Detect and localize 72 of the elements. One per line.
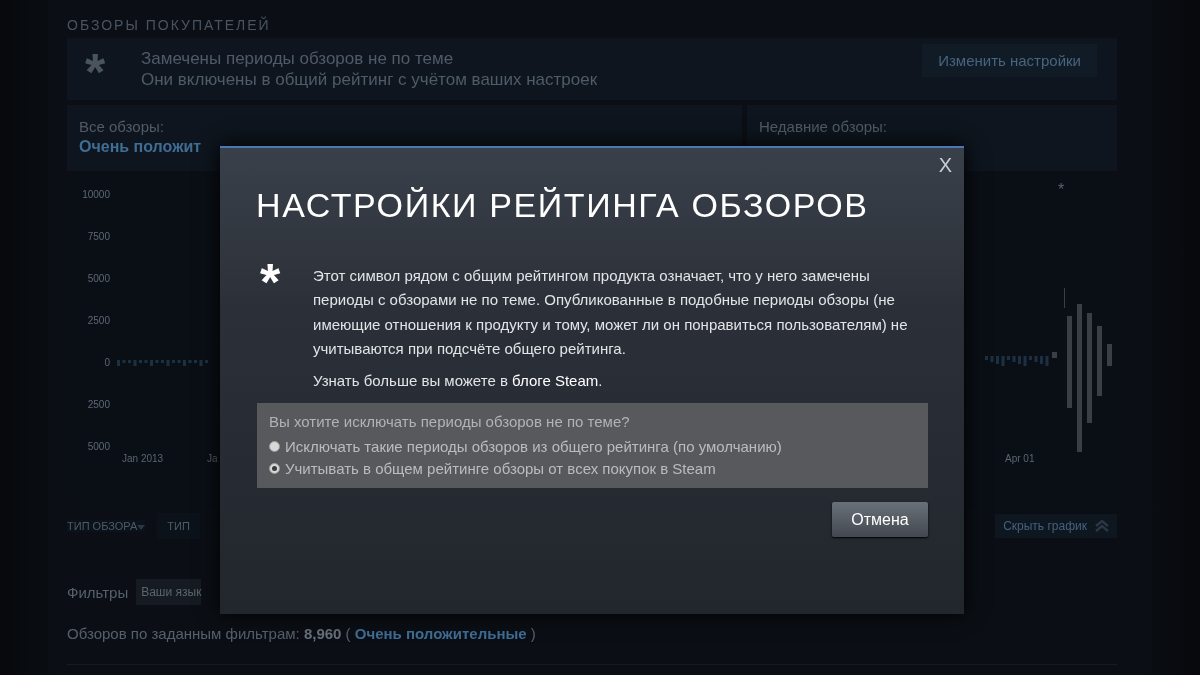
section-title: ОБЗОРЫ ПОКУПАТЕЛЕЙ xyxy=(67,15,272,35)
histogram-bar xyxy=(199,360,203,366)
histogram-bar xyxy=(150,360,153,366)
histogram-bar xyxy=(1097,326,1102,396)
histogram-bar xyxy=(985,356,988,360)
histogram-bar xyxy=(188,360,192,363)
asterisk-marker: * xyxy=(1058,181,1065,199)
histogram-bar xyxy=(1012,356,1016,362)
histogram-bar xyxy=(161,360,164,363)
histogram-bar xyxy=(177,360,181,363)
histogram-bar xyxy=(990,356,994,362)
summary-label: Недавние обзоры: xyxy=(759,118,888,135)
close-button[interactable]: X xyxy=(934,152,956,179)
histogram-bar xyxy=(194,360,197,363)
histogram-bar xyxy=(117,360,120,366)
histogram-bar xyxy=(1034,356,1038,362)
axis-label: 5000 xyxy=(86,273,110,284)
notice-text: Замечены периоды обзоров не по теме xyxy=(141,48,455,69)
histogram-bar xyxy=(1045,356,1049,366)
filter-dropdown[interactable]: ТИП xyxy=(157,513,200,539)
histogram-bar xyxy=(128,360,131,363)
histogram-bar xyxy=(133,360,137,366)
asterisk-icon: * xyxy=(260,264,313,294)
learn-more-text: Узнать больше вы можете в блоге Steam. xyxy=(313,371,604,392)
review-type-dropdown[interactable]: ТИП ОБЗОРА xyxy=(67,520,146,532)
axis-label: 0 xyxy=(103,357,110,368)
marker-line xyxy=(1064,288,1065,308)
histogram-bar xyxy=(1107,344,1112,366)
filters-label: Фильтры xyxy=(67,583,129,601)
histogram-bar xyxy=(1052,352,1057,358)
cancel-button[interactable]: Отмена xyxy=(832,502,928,538)
summary-rating: Очень положит xyxy=(79,138,203,156)
axis-label: Jan 2013 xyxy=(122,453,164,464)
rating-link[interactable]: Очень положительные xyxy=(354,625,527,642)
dialog-title: НАСТРОЙКИ РЕЙТИНГА ОБЗОРОВ xyxy=(256,186,869,224)
histogram-bar xyxy=(155,360,159,363)
axis-label: Ja xyxy=(207,453,218,464)
notice-text: Они включены в общий рейтинг с учётом ваших настроек xyxy=(141,69,599,90)
question-text: Вы хотите исключать периоды обзоров не по теме? xyxy=(269,413,631,433)
histogram-bar xyxy=(172,360,175,363)
radio-button[interactable] xyxy=(269,463,280,474)
dialog-text: Этот символ рядом с общим рейтингом продукта означает, что у него замечены периоды с обзорами не по теме. Опубликованные в подобные периоды обзоры (не имеющие отношения к продукту и тому, может ли он понравиться пользователям) не учитываются при подсчёте общего рейтинга. xyxy=(313,266,909,359)
axis-label: 5000 xyxy=(86,441,110,452)
histogram-bar xyxy=(122,360,126,363)
caret-icon xyxy=(137,525,146,530)
axis-label: 10000 xyxy=(81,189,110,200)
histogram-bar xyxy=(166,360,170,366)
histogram-bar xyxy=(1029,356,1032,360)
axis-label: 2500 xyxy=(86,315,110,326)
axis-label: 7500 xyxy=(86,231,110,242)
histogram-bar xyxy=(1018,356,1021,364)
axis-label: Apr 01 xyxy=(1005,453,1035,464)
option-label[interactable]: Исключать такие периоды обзоров из общего рейтинга (по умолчанию) xyxy=(285,438,782,455)
histogram-bar xyxy=(1001,356,1005,366)
option-label[interactable]: Учитывать в общем рейтинге обзоры от всех покупок в Steam xyxy=(285,460,716,477)
histogram-bar xyxy=(139,360,142,363)
histogram-bar xyxy=(1040,356,1043,364)
filtered-count-text: Обзоров по заданным фильтрам: 8,960 ( Очень положительные ) xyxy=(67,625,537,642)
summary-label: Все обзоры: xyxy=(79,118,165,135)
histogram-bar xyxy=(1023,356,1027,366)
double-chevron-icon xyxy=(1095,520,1109,532)
radio-button[interactable] xyxy=(269,441,280,452)
hide-chart-button[interactable]: Скрыть график xyxy=(995,514,1117,538)
change-settings-button[interactable]: Изменить настройки xyxy=(922,43,1097,77)
histogram-bar xyxy=(183,360,186,366)
asterisk-icon: * xyxy=(85,52,141,86)
language-filter-chip[interactable]: Ваши язык xyxy=(136,579,202,605)
histogram-bar xyxy=(996,356,999,364)
histogram-bar xyxy=(144,360,148,363)
histogram-bar xyxy=(205,360,208,363)
axis-label: 2500 xyxy=(86,399,110,410)
histogram-bar xyxy=(1007,356,1010,360)
